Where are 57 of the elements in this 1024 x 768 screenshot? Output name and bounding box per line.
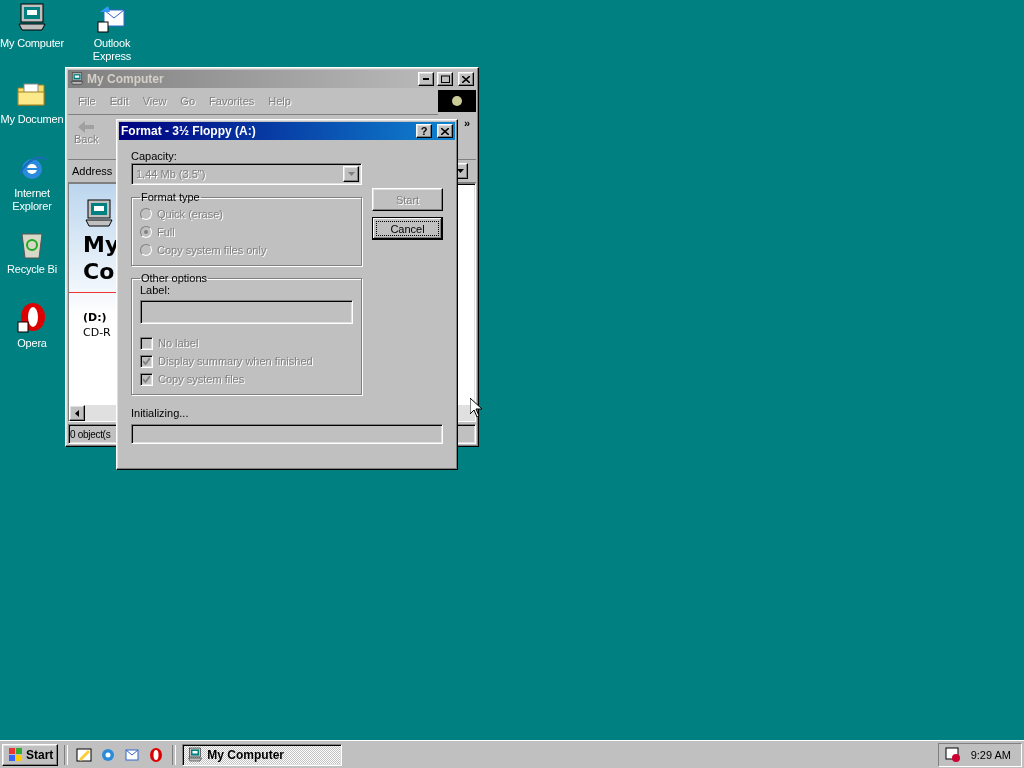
browser-icon [100, 746, 117, 763]
caret-icon [456, 169, 464, 173]
back-arrow-icon [78, 121, 95, 133]
radio-label: Copy system files only [157, 244, 267, 256]
dialog-button[interactable]: Cancel [372, 217, 443, 240]
drive-type: CD-R [83, 326, 112, 339]
help-button[interactable]: ? [416, 124, 432, 138]
checkbox-label: Copy system files [158, 373, 245, 385]
capacity-label: Capacity: [131, 150, 178, 162]
close-icon [462, 75, 470, 83]
computer-icon [70, 72, 84, 86]
caret-icon [347, 172, 355, 176]
heading-text: Co [83, 259, 116, 284]
desktop-pencil-icon [76, 746, 93, 763]
status-text: 0 object(s [70, 428, 111, 440]
computer-icon [83, 198, 115, 230]
radio-label: Quick (erase) [157, 208, 224, 220]
throbber-logo-icon [438, 90, 476, 112]
toolbar-chevron[interactable]: » [463, 117, 470, 157]
close-button[interactable] [437, 124, 453, 138]
check-mark-icon [143, 357, 150, 365]
dialog-title: Format - 3½ Floppy (A:) [121, 124, 257, 138]
taskbar-button[interactable]: My Computer [182, 743, 343, 766]
checkbox-label: Display summary when finished [158, 355, 313, 367]
maximize-icon [440, 75, 450, 83]
maximize-button[interactable] [437, 72, 453, 86]
desktop-icon-label[interactable]: Recycle Bi [7, 263, 57, 276]
group-title: Other options [140, 272, 209, 284]
radio-label: Full [157, 226, 175, 238]
windows-flag-icon [7, 747, 23, 762]
label-input-field[interactable] [140, 300, 353, 324]
close-button[interactable] [458, 72, 474, 86]
computer-icon [187, 746, 204, 763]
desktop-icon-label[interactable]: Internet Explorer [12, 187, 52, 213]
desktop-icon-label[interactable]: My Computer [0, 37, 64, 50]
drive-name: (D:) [83, 311, 108, 324]
window-title: My Computer [87, 72, 165, 86]
envelope-icon [124, 746, 141, 763]
check-mark-icon [143, 375, 150, 383]
opera-icon [148, 746, 165, 763]
left-arrow-icon [75, 409, 79, 417]
minimize-icon [423, 78, 429, 80]
heading-text: My [83, 232, 121, 257]
group-title: Format type [140, 191, 201, 203]
opera-icon [16, 302, 48, 334]
close-icon [441, 127, 449, 135]
desktop-icon-label[interactable]: Opera [17, 337, 47, 350]
label-caption: Label: [140, 284, 171, 296]
minimize-button[interactable] [418, 72, 434, 86]
clock[interactable]: 9:29 AM [970, 748, 1011, 761]
desktop-icon-label[interactable]: Outlook Express [92, 37, 132, 63]
start-button[interactable]: Start [2, 743, 59, 766]
scheduler-icon[interactable] [944, 746, 961, 763]
status-text: Initializing... [131, 407, 189, 419]
desktop-icon-label[interactable]: My Documen [0, 113, 64, 126]
address-label: Address [72, 165, 113, 177]
checkbox-label: No label [158, 337, 199, 349]
